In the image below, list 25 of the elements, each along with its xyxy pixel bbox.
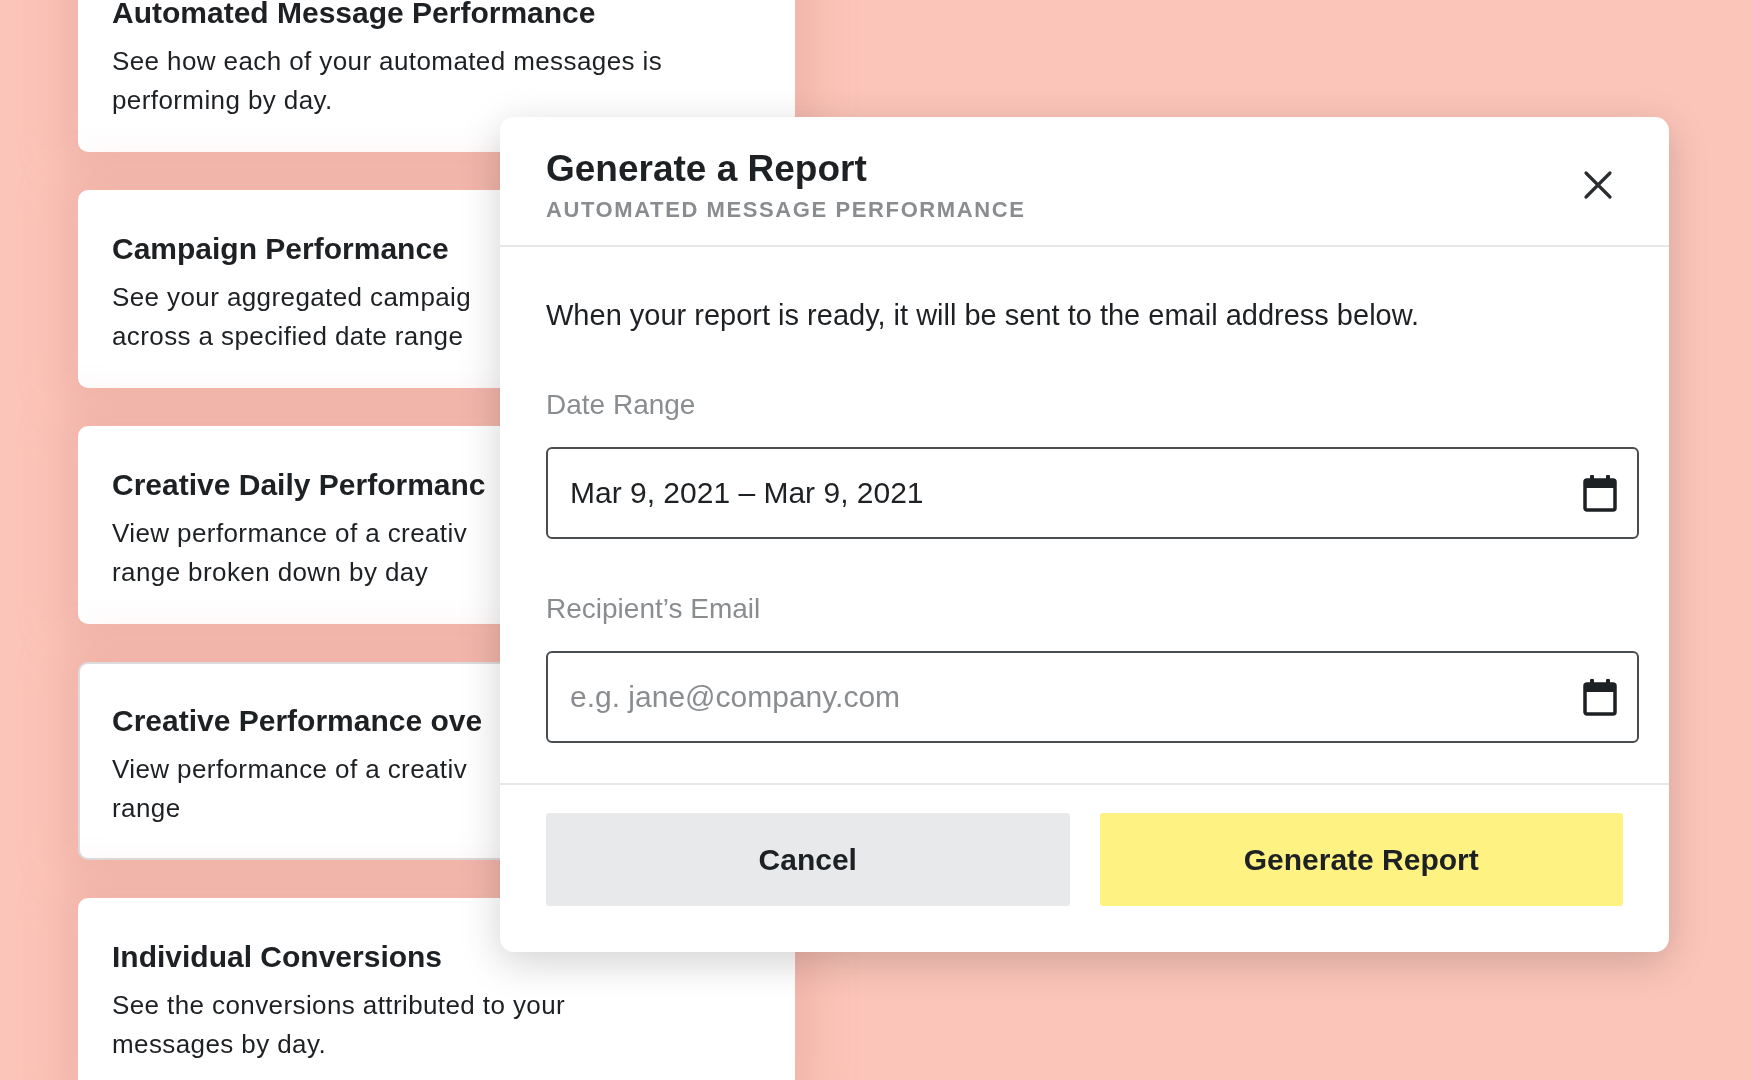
card-description: messages by day.	[112, 1028, 327, 1061]
card-description: range broken down by day	[112, 556, 429, 589]
card-title: Individual Conversions	[112, 939, 443, 975]
calendar-icon[interactable]	[1583, 474, 1617, 512]
calendar-icon[interactable]	[1583, 678, 1617, 716]
card-title: Campaign Performance	[112, 231, 449, 267]
card-description: See how each of your automated messages is	[112, 45, 663, 78]
field-label: Date Range	[546, 388, 697, 422]
cancel-button[interactable]: Cancel	[546, 813, 1070, 906]
field-label: Recipient’s Email	[546, 592, 762, 626]
email-field[interactable]: e.g. jane@company.com	[546, 651, 1639, 743]
date-range-field[interactable]: Mar 9, 2021 – Mar 9, 2021	[546, 447, 1639, 539]
card-description: See the conversions attributed to your	[112, 989, 566, 1022]
card-description: See your aggregated campaig	[112, 281, 472, 314]
generate-button[interactable]: Generate Report	[1099, 813, 1623, 906]
card-title: Creative Performance ove	[112, 703, 483, 739]
card-description: View performance of a creativ	[112, 517, 468, 550]
card-title: Automated Message Performance	[112, 0, 596, 31]
close-icon[interactable]	[1583, 170, 1613, 200]
card-description: across a specified date range	[112, 320, 464, 353]
card-description: View performance of a creativ	[112, 753, 468, 786]
card-description: range	[112, 792, 181, 825]
card-title: Creative Daily Performanc	[112, 467, 486, 503]
card-description: performing by day.	[112, 84, 333, 117]
report-card[interactable]: Automated Message Performance See how each of your automated messages is performing by day.	[78, 0, 795, 152]
